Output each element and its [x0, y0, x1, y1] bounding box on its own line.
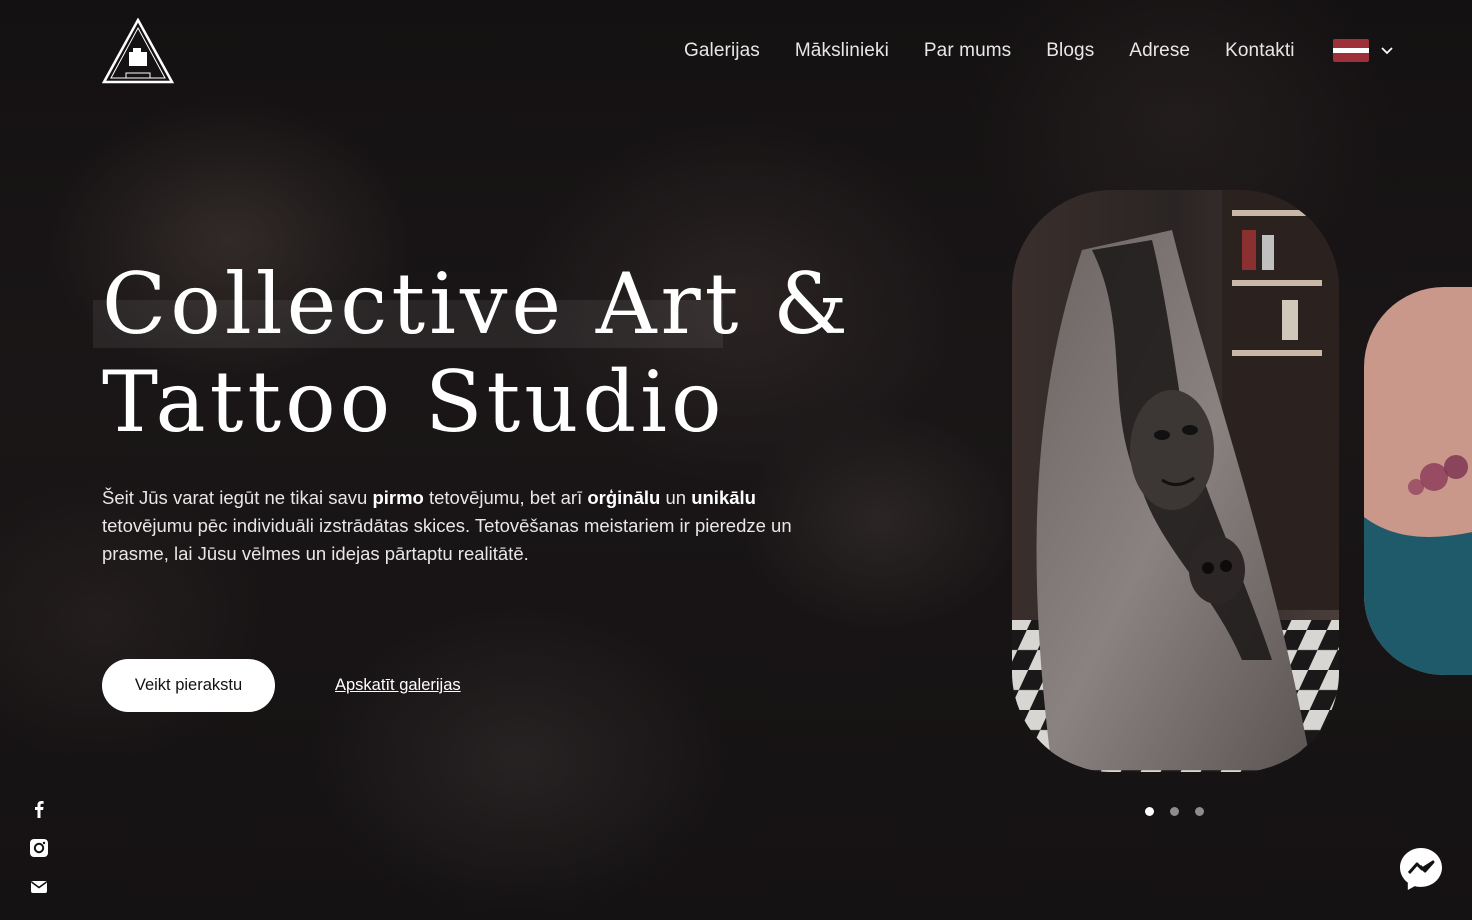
nav-item-kontakti[interactable]: Kontakti: [1225, 40, 1294, 62]
latvia-flag-icon: [1333, 39, 1369, 62]
carousel-dot-2[interactable]: [1170, 807, 1179, 816]
logo-triangle-icon: [101, 17, 175, 84]
messenger-icon[interactable]: [1398, 846, 1444, 892]
language-selector[interactable]: [1333, 39, 1393, 62]
nav-item-blogs[interactable]: Blogs: [1046, 40, 1094, 62]
hero-text-part: tetovējumu pēc individuāli izstrādātas s…: [102, 515, 792, 564]
hero-text-part: un: [660, 487, 692, 508]
hero-text-part: tetovējumu, bet arī: [423, 487, 588, 508]
studio-logo[interactable]: [101, 17, 175, 84]
instagram-icon[interactable]: [28, 837, 50, 859]
email-icon[interactable]: [28, 876, 50, 898]
carousel-dot-1[interactable]: [1145, 807, 1154, 816]
hero-title: Collective Art & Tattoo Studio: [102, 255, 862, 451]
hero-text-bold: orģinālu: [587, 487, 661, 508]
hero-text-part: Šeit Jūs varat iegūt ne tikai savu: [102, 487, 373, 508]
nav-item-par-mums[interactable]: Par mums: [924, 40, 1011, 62]
nav-item-galerijas[interactable]: Galerijas: [684, 40, 760, 62]
tattoo-slide-next-image[interactable]: [1364, 287, 1472, 675]
hero-text-bold: unikālu: [691, 487, 756, 508]
hero-description: Šeit Jūs varat iegūt ne tikai savu pirmo…: [102, 484, 832, 568]
hero-title-line-2: Tattoo Studio: [102, 353, 726, 451]
nav-item-adrese[interactable]: Adrese: [1129, 40, 1190, 62]
book-appointment-button[interactable]: Veikt pierakstu: [102, 659, 275, 712]
hero-text-bold: pirmo: [372, 487, 424, 508]
social-links: [28, 798, 50, 898]
hero-title-line-1: Collective Art &: [102, 255, 852, 353]
facebook-icon[interactable]: [28, 798, 50, 820]
main-nav: Galerijas Mākslinieki Par mums Blogs Adr…: [684, 38, 1330, 64]
chevron-down-icon: [1381, 46, 1393, 54]
tattoo-slide-image[interactable]: [1012, 190, 1339, 772]
nav-item-makslinieki[interactable]: Mākslinieki: [795, 40, 889, 62]
view-galleries-link[interactable]: Apskatīt galerijas: [335, 676, 461, 695]
carousel-dot-3[interactable]: [1195, 807, 1204, 816]
carousel-pagination: [1145, 807, 1204, 816]
